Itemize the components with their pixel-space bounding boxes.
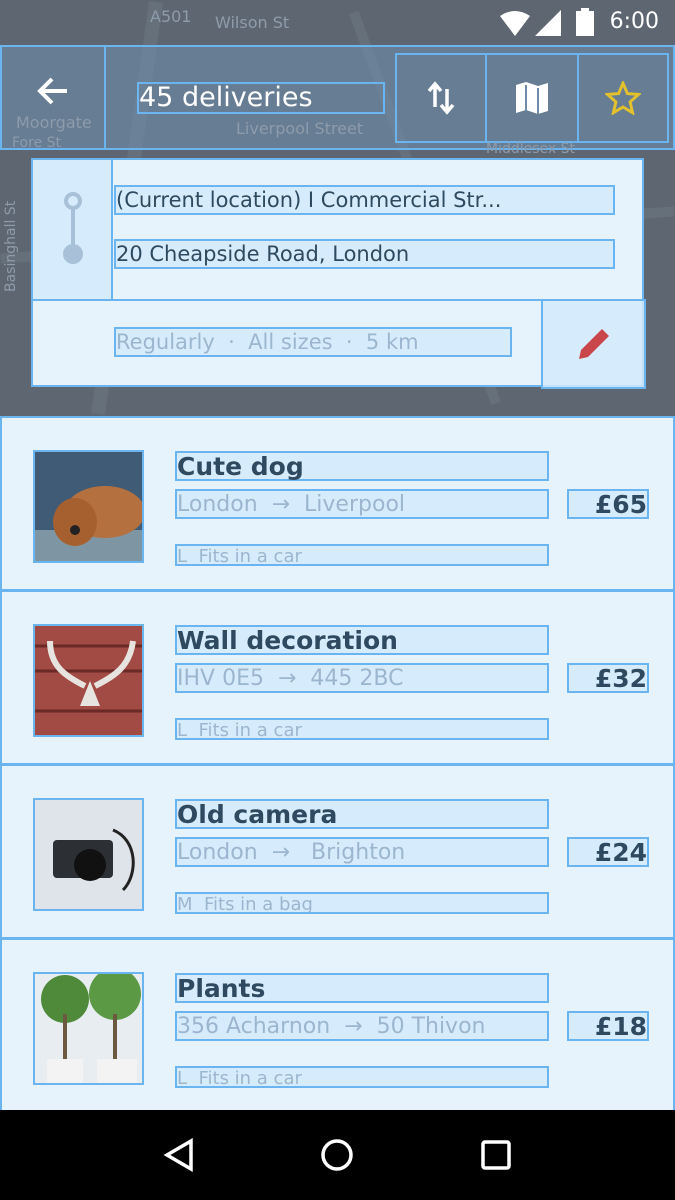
clock: 6:00	[609, 9, 659, 34]
toolbar: 45 deliveries	[0, 45, 675, 150]
item-size: L Fits in a car	[175, 544, 549, 566]
swap-vertical-icon	[427, 81, 455, 115]
origin-field[interactable]: (Current location) I Commercial Str...	[114, 185, 615, 215]
item-size: L Fits in a car	[175, 718, 549, 740]
map-button[interactable]	[485, 53, 579, 143]
list-item[interactable]: Old camera London → Brighton M Fits in a…	[0, 764, 675, 939]
back-nav-icon[interactable]	[163, 1138, 195, 1172]
item-price: £24	[567, 837, 649, 867]
home-nav-icon[interactable]	[320, 1138, 354, 1172]
favorite-button[interactable]	[577, 53, 669, 143]
item-thumbnail	[33, 798, 144, 911]
item-route: London → Liverpool	[175, 489, 549, 519]
edit-filters-button[interactable]	[541, 299, 646, 389]
item-name: Old camera	[175, 799, 549, 829]
page-title: 45 deliveries	[137, 82, 385, 114]
item-price: £32	[567, 663, 649, 693]
item-route: IHV 0E5 → 445 2BC	[175, 663, 549, 693]
item-thumbnail	[33, 624, 144, 737]
list-item[interactable]: Wall decoration IHV 0E5 → 445 2BC L Fits…	[0, 590, 675, 765]
signal-icon	[535, 10, 561, 36]
recents-nav-icon[interactable]	[480, 1139, 512, 1171]
filters-summary[interactable]: Regularly · All sizes · 5 km	[114, 327, 512, 357]
arrow-back-icon	[37, 77, 67, 104]
item-price: £18	[567, 1011, 649, 1041]
battery-icon	[576, 8, 594, 36]
item-price: £65	[567, 489, 649, 519]
item-thumbnail	[33, 972, 144, 1085]
sort-button[interactable]	[395, 53, 487, 143]
item-thumbnail	[33, 450, 144, 563]
delivery-list[interactable]: Cute dog London → Liverpool L Fits in a …	[0, 416, 675, 1113]
status-bar: 6:00	[0, 0, 675, 45]
route-icon	[63, 192, 83, 264]
item-size: L Fits in a car	[175, 1066, 549, 1088]
destination-field[interactable]: 20 Cheapside Road, London	[114, 239, 615, 269]
star-outline-icon	[605, 81, 641, 115]
pencil-icon	[578, 329, 609, 359]
item-route: 356 Acharnon → 50 Thivon	[175, 1011, 549, 1041]
item-route: London → Brighton	[175, 837, 549, 867]
back-button[interactable]	[0, 45, 106, 150]
route-indicator	[31, 158, 113, 301]
item-name: Plants	[175, 973, 549, 1003]
map-icon	[516, 82, 548, 114]
search-card: (Current location) I Commercial Str... 2…	[31, 158, 646, 389]
wifi-icon	[500, 11, 530, 36]
item-name: Wall decoration	[175, 625, 549, 655]
item-size: M Fits in a bag	[175, 892, 549, 914]
navigation-bar	[0, 1110, 675, 1200]
list-item[interactable]: Plants 356 Acharnon → 50 Thivon L Fits i…	[0, 938, 675, 1113]
list-item[interactable]: Cute dog London → Liverpool L Fits in a …	[0, 416, 675, 591]
item-name: Cute dog	[175, 451, 549, 481]
